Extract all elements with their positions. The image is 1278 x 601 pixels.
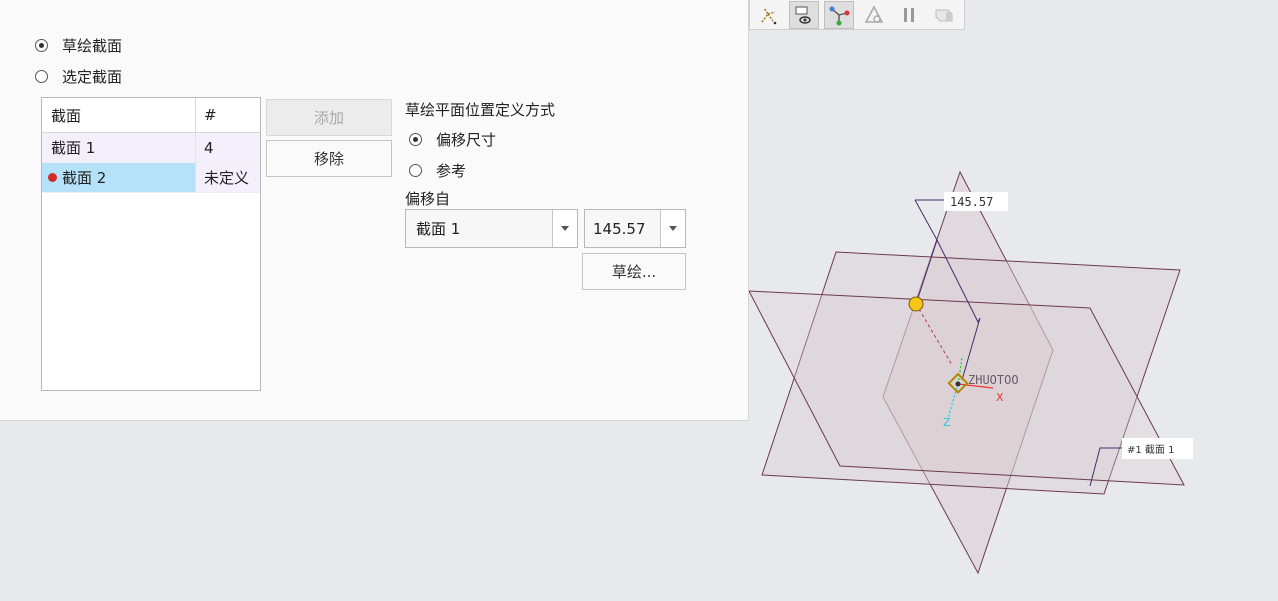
offset-from-label: 偏移自 bbox=[405, 190, 451, 208]
section-dialog-panel: 草绘截面 选定截面 截面 # 截面 1 4 截面 2 未定义 添加 移除 草绘平… bbox=[0, 0, 749, 421]
annotation-display-icon[interactable] bbox=[859, 1, 889, 29]
axis-x-label: X bbox=[996, 391, 1004, 404]
active-marker-icon bbox=[48, 173, 57, 182]
radio-indicator[interactable] bbox=[35, 70, 48, 83]
list-item[interactable]: 截面 1 4 bbox=[42, 133, 260, 163]
model-viewport[interactable]: 145.57 ZHUOTOO X Z #1 截面 1 bbox=[749, 30, 1278, 601]
offset-value-text: 145.57 bbox=[585, 210, 660, 247]
radio-selected-section[interactable]: 选定截面 bbox=[35, 66, 122, 87]
offset-value-dropdown[interactable]: 145.57 bbox=[584, 209, 686, 248]
radio-reference-label: 参考 bbox=[436, 162, 467, 180]
radio-selected-label: 选定截面 bbox=[62, 68, 123, 86]
section-list[interactable]: 截面 # 截面 1 4 截面 2 未定义 bbox=[41, 97, 261, 391]
csys-display-icon[interactable] bbox=[824, 0, 854, 29]
chevron-down-icon[interactable] bbox=[552, 210, 577, 247]
radio-offset-dimension[interactable]: 偏移尺寸 bbox=[409, 129, 496, 150]
pause-icon[interactable] bbox=[894, 1, 924, 29]
radio-indicator-checked[interactable] bbox=[409, 133, 422, 146]
view-toolbar bbox=[749, 0, 965, 30]
csys-origin-dot bbox=[955, 381, 961, 387]
section-name-text: 截面 2 bbox=[62, 169, 107, 187]
section-tag-label[interactable]: #1 截面 1 bbox=[1127, 443, 1174, 456]
remove-button[interactable]: 移除 bbox=[266, 140, 392, 177]
datum-display-icon[interactable] bbox=[754, 1, 784, 29]
axis-z-label: Z bbox=[943, 416, 951, 429]
csys-name-label: ZHUOTOO bbox=[968, 373, 1019, 387]
dimension-value-label[interactable]: 145.57 bbox=[950, 195, 993, 209]
next-view-icon[interactable] bbox=[929, 1, 959, 29]
display-style-icon[interactable] bbox=[789, 0, 819, 29]
radio-offset-label: 偏移尺寸 bbox=[436, 131, 497, 149]
app-window: 草绘截面 选定截面 截面 # 截面 1 4 截面 2 未定义 添加 移除 草绘平… bbox=[0, 0, 1278, 601]
placement-title: 草绘平面位置定义方式 bbox=[405, 101, 556, 119]
section-number-cell: 未定义 bbox=[196, 163, 260, 192]
list-item-selected[interactable]: 截面 2 未定义 bbox=[42, 163, 260, 193]
offset-from-dropdown[interactable]: 截面 1 bbox=[405, 209, 578, 248]
radio-indicator[interactable] bbox=[409, 164, 422, 177]
section-name-cell: 截面 1 bbox=[42, 133, 196, 162]
section-list-header: 截面 # bbox=[42, 98, 260, 133]
add-button[interactable]: 添加 bbox=[266, 99, 392, 136]
drag-handle-icon[interactable] bbox=[908, 296, 924, 312]
radio-sketched-label: 草绘截面 bbox=[62, 37, 123, 55]
section-number-cell: 4 bbox=[204, 138, 214, 157]
column-header-number[interactable]: # bbox=[196, 98, 260, 132]
chevron-down-icon[interactable] bbox=[660, 210, 685, 247]
column-header-section[interactable]: 截面 bbox=[42, 98, 196, 132]
radio-sketched-section[interactable]: 草绘截面 bbox=[35, 35, 122, 56]
radio-indicator-checked[interactable] bbox=[35, 39, 48, 52]
section-name-cell: 截面 2 bbox=[42, 163, 196, 192]
radio-reference[interactable]: 参考 bbox=[409, 160, 466, 181]
offset-from-value: 截面 1 bbox=[406, 210, 552, 247]
sketch-button[interactable]: 草绘... bbox=[582, 253, 686, 290]
